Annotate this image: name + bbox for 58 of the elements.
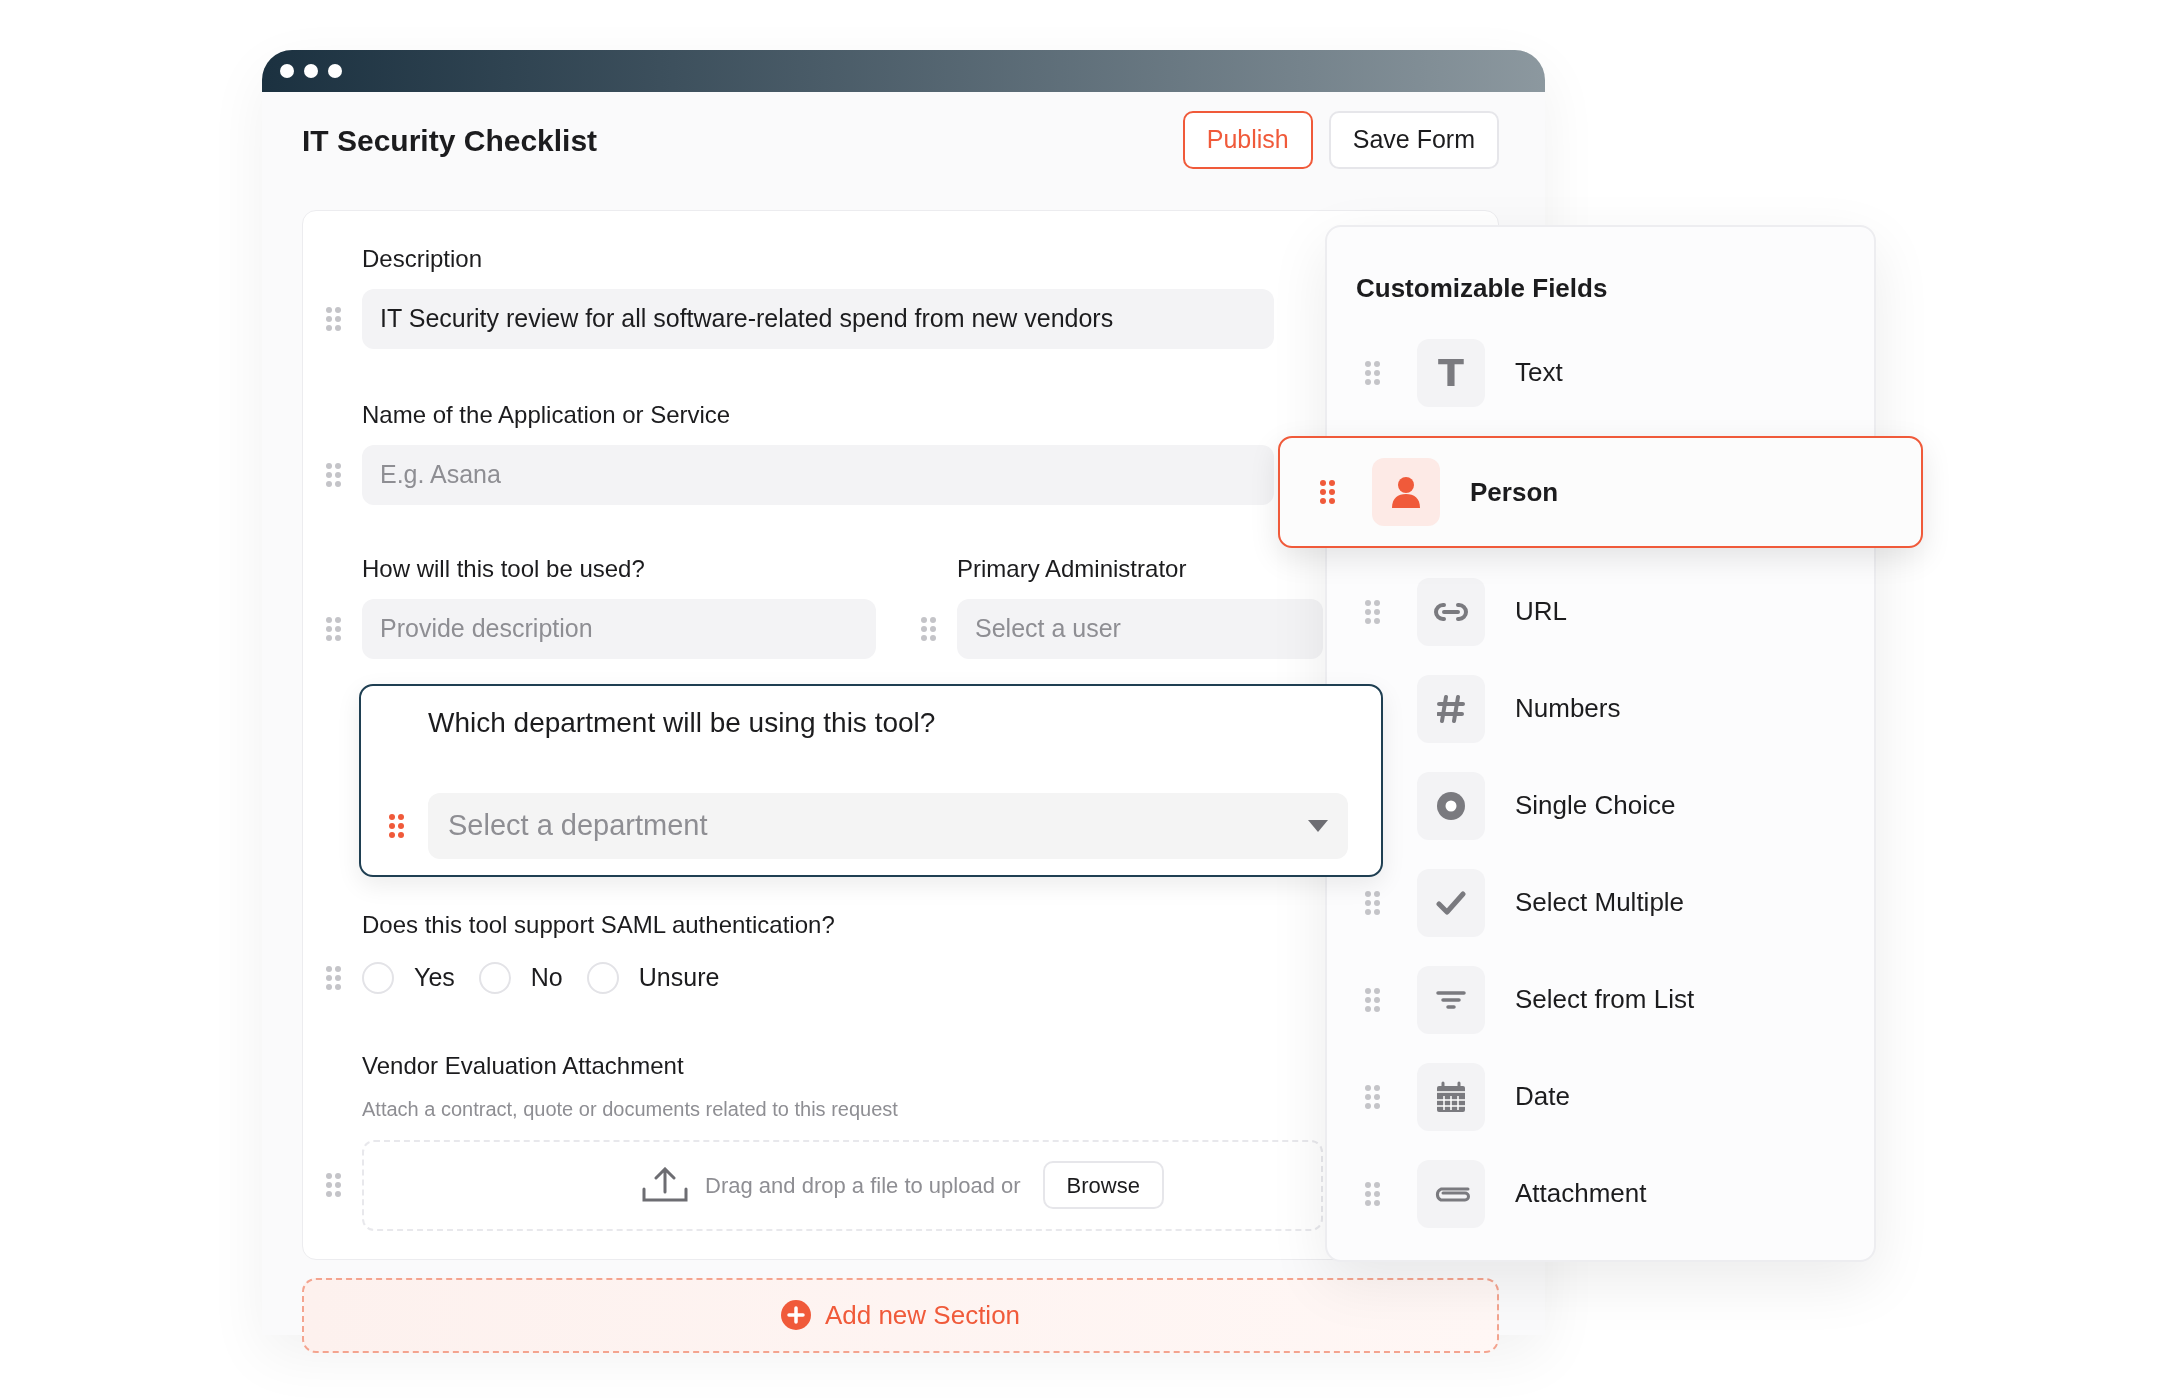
- drag-handle-icon[interactable]: [1365, 599, 1380, 624]
- field-label: Description: [362, 244, 484, 274]
- field-type-item[interactable]: Attachment: [1327, 1145, 1874, 1242]
- upload-icon: [641, 1167, 690, 1203]
- drag-handle-icon[interactable]: [326, 463, 341, 487]
- checkmark-icon: [1436, 890, 1466, 915]
- save-button[interactable]: Save Form: [1328, 111, 1499, 169]
- field-label: Primary Administrator: [957, 554, 1188, 584]
- radio-button[interactable]: [478, 961, 511, 994]
- option-label: Unsure: [638, 962, 720, 993]
- drag-handle-icon[interactable]: [326, 965, 341, 990]
- drag-handle-icon[interactable]: [1365, 360, 1380, 385]
- drag-handle-icon[interactable]: [389, 813, 404, 838]
- field-label: Name of the Application or Service: [362, 400, 732, 430]
- calendar-icon: [1436, 1080, 1466, 1113]
- question-label: Which department will be using this tool?: [428, 706, 937, 741]
- field-label: Does this tool support SAML authentication?: [362, 910, 836, 940]
- drag-handle-icon[interactable]: [326, 617, 341, 641]
- text-field[interactable]: IT Security review for all software-related spend from new vendors: [362, 289, 1274, 349]
- field-type-item[interactable]: Single Choice: [1387, 757, 1874, 854]
- radio-button[interactable]: [362, 961, 394, 994]
- field-type-item[interactable]: Select from List: [1327, 951, 1874, 1048]
- dropdown-placeholder: Select a department: [448, 808, 708, 843]
- field-type-item[interactable]: Date: [1327, 1048, 1874, 1145]
- drag-handle-icon[interactable]: [1365, 1181, 1380, 1206]
- option-label: Yes: [414, 962, 455, 993]
- radio-option[interactable]: Unsure: [586, 959, 720, 997]
- field-type-item[interactable]: T Text: [1327, 324, 1874, 421]
- caret-icon: [1308, 819, 1328, 832]
- field-label: Vendor Evaluation Attachment: [362, 1050, 685, 1081]
- drag-handle-icon[interactable]: [326, 307, 341, 331]
- option-label: No: [530, 962, 563, 993]
- filter-icon: [1436, 990, 1466, 1009]
- field-type-item[interactable]: URL: [1327, 563, 1874, 660]
- field-label: How will this tool be used?: [362, 554, 646, 584]
- field-type-item[interactable]: Numbers: [1387, 660, 1874, 757]
- radio-button[interactable]: [586, 961, 619, 994]
- radio-option[interactable]: No: [478, 959, 563, 997]
- radio-option[interactable]: Yes: [362, 959, 455, 997]
- person-icon: [1391, 476, 1421, 508]
- plus-icon: [780, 1300, 811, 1330]
- radio-icon: [1436, 790, 1466, 821]
- drag-handle-icon[interactable]: [1365, 890, 1380, 915]
- drag-handle-icon[interactable]: [921, 617, 936, 641]
- field-type-item[interactable]: Person: [1278, 436, 1923, 548]
- drag-handle-icon[interactable]: [1365, 1084, 1380, 1109]
- drag-handle-icon[interactable]: [326, 1173, 341, 1197]
- drag-handle-icon[interactable]: [1365, 987, 1380, 1012]
- hash-icon: [1437, 694, 1465, 723]
- browse-button[interactable]: Browse: [1042, 1161, 1164, 1209]
- upload-prompt: Drag and drop a file to upload or: [705, 1171, 1021, 1200]
- drag-handle-icon[interactable]: [1320, 480, 1335, 504]
- upload-dropzone[interactable]: Drag and drop a file to upload or Browse: [362, 1139, 1323, 1231]
- field-hint: Attach a contract, quote or documents related to this request: [362, 1096, 899, 1122]
- panel-title: Customizable Fields: [1355, 272, 1609, 305]
- letter-icon: T: [1438, 353, 1464, 392]
- link-icon: [1434, 602, 1468, 621]
- form-title: IT Security Checklist: [302, 122, 599, 159]
